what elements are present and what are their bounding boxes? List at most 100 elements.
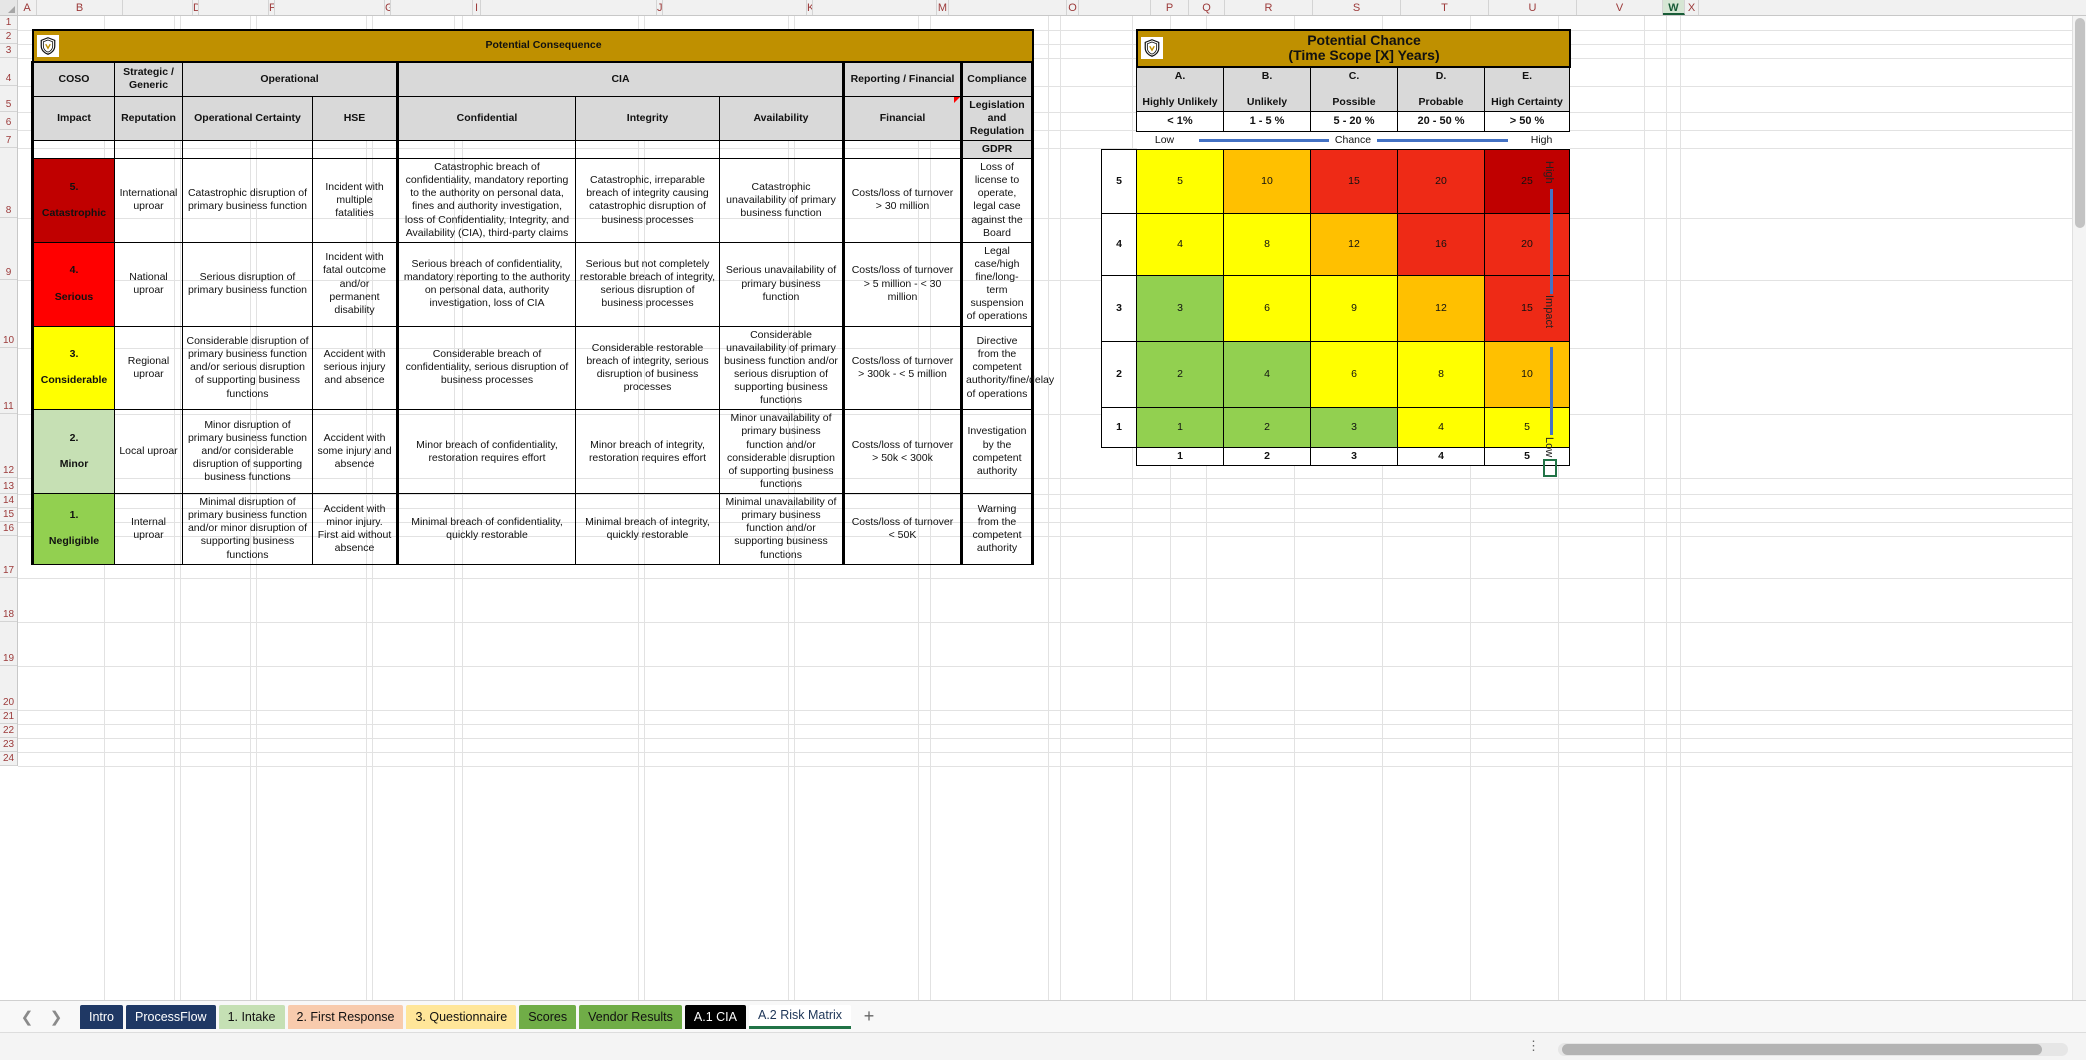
chance-row-blank <box>1102 67 1137 112</box>
cell-legislation-4: Legal case/high fine/long-term suspensio… <box>962 242 1033 326</box>
column-header-O[interactable]: O <box>1067 0 1079 15</box>
column-header-hidden-10[interactable] <box>481 0 657 15</box>
row-header-3[interactable]: 3 <box>0 44 17 58</box>
sheet-tab-scores[interactable]: Scores <box>519 1005 576 1029</box>
row-header-13[interactable]: 13 <box>0 478 17 494</box>
row-header-20[interactable]: 20 <box>0 666 17 710</box>
chance-letter: C. <box>1349 70 1360 82</box>
column-header-hidden-12[interactable] <box>663 0 807 15</box>
sub-header-legislation: Legislation and Regulation <box>962 96 1033 140</box>
column-header-V[interactable]: V <box>1577 0 1663 15</box>
row-header-15[interactable]: 15 <box>0 508 17 522</box>
row-header-9[interactable]: 9 <box>0 218 17 280</box>
impact-level-name: Considerable <box>41 374 108 386</box>
cell-integrity-1: Minimal breach of integrity, quickly res… <box>576 494 720 565</box>
column-header-B[interactable]: B <box>37 0 123 15</box>
row-header-19[interactable]: 19 <box>0 622 17 666</box>
vertical-scrollbar[interactable] <box>2072 16 2086 1002</box>
group-header-operational: Operational <box>183 62 398 96</box>
column-header-M[interactable]: M <box>937 0 949 15</box>
cell-confidential-4: Serious breach of confidentiality, manda… <box>398 242 576 326</box>
row-header-6[interactable]: 6 <box>0 112 17 130</box>
row-header-24[interactable]: 24 <box>0 752 17 766</box>
row-header-8[interactable]: 8 <box>0 148 17 218</box>
column-header-hidden-14[interactable] <box>813 0 937 15</box>
row-header-22[interactable]: 22 <box>0 724 17 738</box>
ellipsis-icon[interactable]: ⋮ <box>1527 1038 1541 1054</box>
cell-availability-4: Serious unavailability of primary busine… <box>720 242 844 326</box>
column-header-hidden-4[interactable] <box>199 0 269 15</box>
row-header-14[interactable]: 14 <box>0 494 17 508</box>
chance-header-2: B.Unlikely <box>1224 67 1311 112</box>
matrix-chance-label-1: 1 <box>1137 448 1224 466</box>
chevron-right-icon[interactable]: ❯ <box>43 1004 69 1030</box>
sheet-tab-bar[interactable]: ❮ ❯ IntroProcessFlow1. Intake2. First Re… <box>0 1000 2086 1032</box>
consequence-row-minor: 2.MinorLocal uproarMinor disruption of p… <box>33 410 1033 494</box>
column-header-hidden-2[interactable] <box>123 0 193 15</box>
column-header-hidden-18[interactable] <box>1079 0 1151 15</box>
column-header-hidden-6[interactable] <box>275 0 385 15</box>
row-header-7[interactable]: 7 <box>0 130 17 148</box>
sheet-tab-3-questionnaire[interactable]: 3. Questionnaire <box>406 1005 516 1029</box>
sheet-tab-processflow[interactable]: ProcessFlow <box>126 1005 216 1029</box>
row-header-10[interactable]: 10 <box>0 280 17 348</box>
vertical-scrollbar-thumb[interactable] <box>2075 18 2085 228</box>
row-header-11[interactable]: 11 <box>0 348 17 414</box>
row-header-23[interactable]: 23 <box>0 738 17 752</box>
column-header-A[interactable]: A <box>18 0 37 15</box>
column-header-hidden-8[interactable] <box>391 0 473 15</box>
column-header-W[interactable]: W <box>1663 0 1685 15</box>
column-header-T[interactable]: T <box>1401 0 1489 15</box>
row-header-17[interactable]: 17 <box>0 536 17 578</box>
column-header-X[interactable]: X <box>1685 0 1699 15</box>
horizontal-scrollbar[interactable] <box>1558 1043 2068 1056</box>
plus-icon[interactable]: + <box>854 1006 884 1027</box>
status-bar: ⋮ <box>0 1032 2086 1060</box>
row-header-2[interactable]: 2 <box>0 30 17 44</box>
column-header-hidden-16[interactable] <box>949 0 1067 15</box>
impact-level-name: Catastrophic <box>42 207 106 219</box>
sheet-tab-1-intake[interactable]: 1. Intake <box>219 1005 285 1029</box>
row-header-16[interactable]: 16 <box>0 522 17 536</box>
matrix-cell-1-3: 3 <box>1311 408 1398 448</box>
row-header-1[interactable]: 1 <box>0 16 17 30</box>
impact-level-name: Serious <box>55 291 94 303</box>
column-header-R[interactable]: R <box>1225 0 1313 15</box>
cell-hse-2: Accident with some injury and absence <box>313 410 398 494</box>
horizontal-scrollbar-thumb[interactable] <box>1562 1044 2042 1055</box>
active-cell-marker[interactable] <box>1543 459 1557 477</box>
column-header-S[interactable]: S <box>1313 0 1401 15</box>
row-header-12[interactable]: 12 <box>0 414 17 478</box>
impact-axis-low: Low <box>1543 437 1555 457</box>
impact-level-4: 4.Serious <box>33 242 115 326</box>
select-all-corner[interactable] <box>0 0 18 15</box>
chance-name: High Certainty <box>1491 96 1563 108</box>
column-header-I[interactable]: I <box>473 0 481 15</box>
matrix-cell-1-2: 2 <box>1224 408 1311 448</box>
matrix-cell-4-3: 12 <box>1311 214 1398 276</box>
sheet-tab-intro[interactable]: Intro <box>80 1005 123 1029</box>
sheet-tab-a-2-risk-matrix[interactable]: A.2 Risk Matrix <box>749 1005 851 1029</box>
row-header-strip[interactable]: 123456789101112131415161718192021222324 <box>0 16 18 766</box>
chance-title-line2: (Time Scope [X] Years) <box>1288 47 1439 63</box>
impact-level-5: 5.Catastrophic <box>33 159 115 243</box>
chance-letter: E. <box>1522 70 1532 82</box>
row-header-5[interactable]: 5 <box>0 86 17 112</box>
cell-reputation-4: National uproar <box>115 242 183 326</box>
chevron-left-icon[interactable]: ❮ <box>14 1004 40 1030</box>
row-header-18[interactable]: 18 <box>0 578 17 622</box>
impact-level-name: Minor <box>60 458 89 470</box>
row-header-4[interactable]: 4 <box>0 58 17 86</box>
column-header-strip[interactable]: ABDFGIJKMOPQRSTUVWX <box>0 0 2086 16</box>
column-header-Q[interactable]: Q <box>1189 0 1225 15</box>
gdpr-blank-2 <box>115 140 183 158</box>
sheet-tab-a-1-cia[interactable]: A.1 CIA <box>685 1005 746 1029</box>
column-header-P[interactable]: P <box>1151 0 1189 15</box>
row-header-21[interactable]: 21 <box>0 710 17 724</box>
column-header-U[interactable]: U <box>1489 0 1577 15</box>
sheet-tab-vendor-results[interactable]: Vendor Results <box>579 1005 682 1029</box>
sheet-tab-2-first-response[interactable]: 2. First Response <box>288 1005 404 1029</box>
chance-axis-mid: Chance <box>1335 134 1371 147</box>
matrix-impact-label-1: 1 <box>1102 408 1137 448</box>
gdpr-blank-5 <box>398 140 576 158</box>
